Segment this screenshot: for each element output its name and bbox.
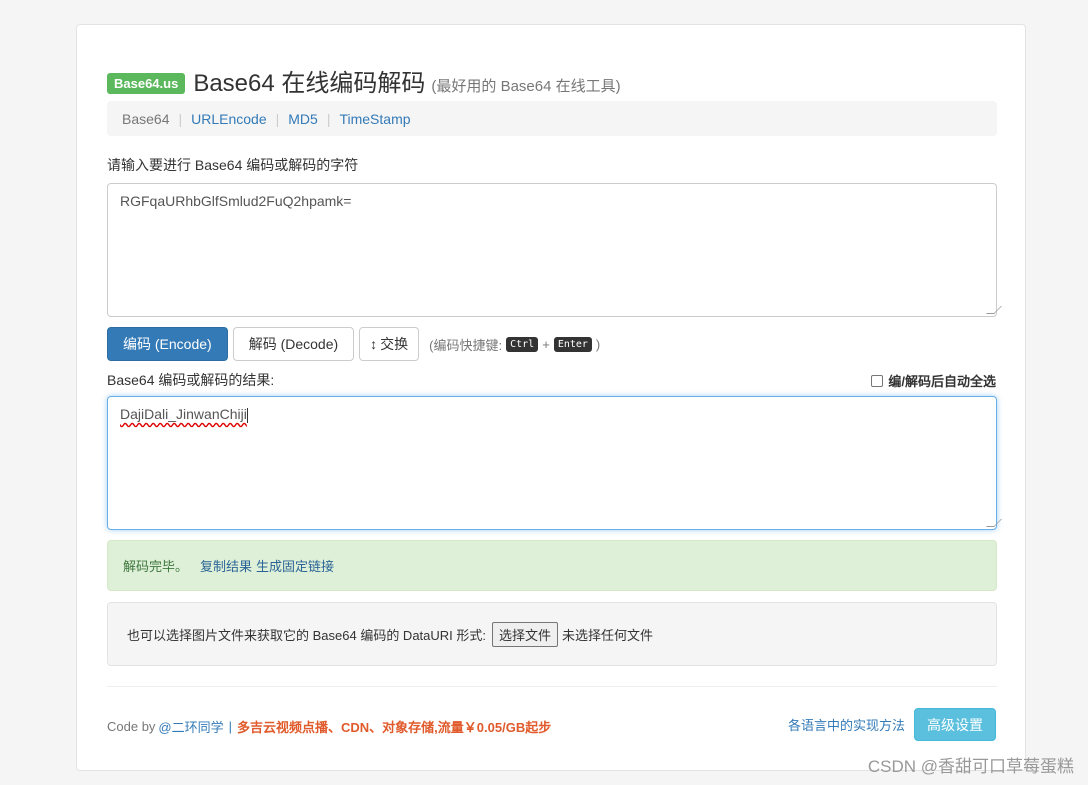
file-upload-panel: 也可以选择图片文件来获取它的 Base64 编码的 DataURI 形式: 选择…: [107, 602, 997, 666]
nav-item-timestamp[interactable]: TimeStamp: [339, 111, 410, 127]
footer-credits: Code by @二环同学 | 多吉云视频点播、CDN、对象存储,流量￥0.05…: [107, 717, 551, 736]
hint-plus: +: [542, 336, 550, 352]
nav-item-md5[interactable]: MD5: [288, 111, 318, 127]
resize-handle-icon[interactable]: [986, 519, 1002, 527]
auto-select-label: 编/解码后自动全选: [888, 374, 996, 389]
csdn-watermark: CSDN @香甜可口草莓蛋糕: [867, 757, 1074, 776]
implementations-link[interactable]: 各语言中的实现方法: [788, 715, 905, 734]
output-text: DajiDali_JinwanChiji: [120, 406, 247, 422]
output-label: Base64 编码或解码的结果:: [107, 372, 275, 388]
decode-button[interactable]: 解码 (Decode): [232, 327, 355, 361]
nav-separator: |: [326, 110, 331, 127]
nav-item-urlencode[interactable]: URLEncode: [191, 111, 267, 127]
nav-item-base64[interactable]: Base64: [122, 111, 169, 127]
resize-handle-icon[interactable]: [986, 306, 1002, 314]
nav-separator: |: [275, 110, 280, 127]
auto-select-option[interactable]: 编/解码后自动全选: [871, 371, 996, 390]
main-card: Base64.us Base64 在线编码解码 (最好用的 Base64 在线工…: [76, 24, 1026, 771]
input-textarea[interactable]: RGFqaURhbGlfSmlud2FuQ2hpamk=: [107, 183, 1002, 317]
choose-file-button[interactable]: 选择文件: [492, 621, 559, 647]
alert-message: 解码完毕。: [123, 559, 189, 574]
page-title: Base64 在线编码解码: [193, 70, 426, 97]
footer-actions: 各语言中的实现方法 高级设置: [788, 708, 996, 741]
tool-nav: Base64 | URLEncode | MD5 | TimeStamp: [107, 101, 997, 136]
site-logo-badge[interactable]: Base64.us: [107, 73, 186, 94]
footer-separator: |: [228, 719, 233, 734]
swap-label: 交换: [380, 336, 409, 352]
code-by-text: Code by: [107, 719, 156, 734]
copy-result-link[interactable]: 复制结果: [200, 556, 252, 575]
page-subtitle: (最好用的 Base64 在线工具): [431, 78, 621, 95]
hint-suffix: ): [595, 336, 601, 352]
swap-arrows-icon: ↕: [370, 336, 378, 352]
input-text: RGFqaURhbGlfSmlud2FuQ2hpamk=: [120, 193, 352, 209]
output-textarea[interactable]: DajiDali_JinwanChiji: [107, 396, 1002, 530]
decode-success-alert: 解码完毕。 复制结果 生成固定链接: [107, 540, 997, 591]
kbd-ctrl: Ctrl: [506, 336, 539, 352]
kbd-enter: Enter: [553, 336, 592, 352]
encode-button[interactable]: 编码 (Encode): [107, 327, 228, 361]
text-caret: [246, 407, 248, 423]
file-status: 未选择任何文件: [562, 627, 654, 643]
input-label: 请输入要进行 Base64 编码或解码的字符: [107, 157, 359, 173]
author-link[interactable]: @二环同学: [158, 717, 223, 736]
hint-prefix: (编码快捷键:: [429, 337, 503, 353]
shortcut-hint: (编码快捷键: Ctrl + Enter ): [429, 335, 600, 354]
auto-select-checkbox[interactable]: [871, 374, 884, 387]
permalink-link[interactable]: 生成固定链接: [256, 556, 334, 575]
nav-separator: |: [178, 110, 183, 127]
footer-divider: [107, 686, 997, 687]
action-buttons: 编码 (Encode) 解码 (Decode) ↕ 交换 (编码快捷键: Ctr…: [107, 327, 600, 361]
swap-button[interactable]: ↕ 交换: [359, 327, 420, 361]
file-prompt: 也可以选择图片文件来获取它的 Base64 编码的 DataURI 形式:: [127, 627, 486, 643]
promo-link[interactable]: 多吉云视频点播、CDN、对象存储,流量￥0.05/GB起步: [237, 717, 551, 736]
title-row: Base64.us Base64 在线编码解码 (最好用的 Base64 在线工…: [107, 63, 621, 98]
advanced-settings-button[interactable]: 高级设置: [914, 708, 996, 741]
